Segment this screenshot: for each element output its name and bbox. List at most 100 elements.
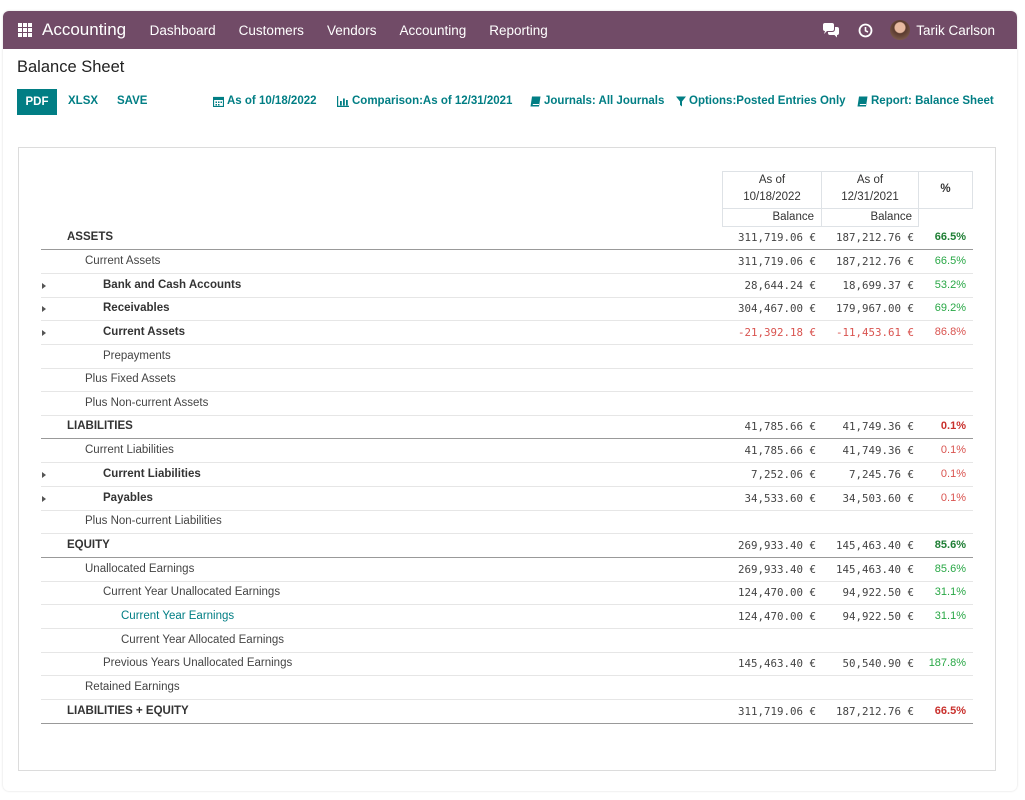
table-row[interactable]: Plus Fixed Assets: [41, 368, 973, 392]
row-percentage: 0.1%: [940, 492, 966, 504]
save-button[interactable]: SAVE: [117, 95, 147, 107]
table-row[interactable]: Receivables 304,467.00 € 179,967.00 € 69…: [41, 297, 973, 321]
menu-customers[interactable]: Customers: [239, 23, 304, 38]
row-percentage: 0.1%: [940, 444, 966, 456]
row-percentage: 31.1%: [934, 586, 966, 598]
row-label: EQUITY: [67, 539, 110, 551]
row-label: ASSETS: [67, 231, 114, 243]
table-row[interactable]: EQUITY 269,933.40 € 145,463.40 € 85.6%: [41, 534, 973, 558]
report-filter-label: Report: Balance Sheet: [871, 95, 994, 107]
row-balance-current: 311,719.06 €: [737, 705, 816, 718]
date-filter-label: As of 10/18/2022: [227, 95, 317, 107]
comparison-filter[interactable]: Comparison:As of 12/31/2021: [337, 95, 512, 107]
table-row[interactable]: Plus Non-current Liabilities: [41, 510, 973, 534]
table-row[interactable]: ASSETS 311,719.06 € 187,212.76 € 66.5%: [41, 226, 973, 250]
row-balance-comparison: 41,749.36 €: [842, 420, 914, 433]
app-window: Accounting Dashboard Customers Vendors A…: [3, 11, 1017, 791]
row-balance-comparison: 179,967.00 €: [835, 302, 914, 315]
row-label: Plus Non-current Liabilities: [85, 515, 222, 527]
table-row[interactable]: Current Liabilities 41,785.66 € 41,749.3…: [41, 439, 973, 463]
row-balance-current: 7,252.06 €: [750, 468, 816, 481]
date-filter[interactable]: As of 10/18/2022: [213, 95, 317, 107]
book-icon: [857, 96, 868, 106]
balance-sheet-report: As of 10/18/2022 As of 12/31/2021 % Bala…: [18, 147, 996, 771]
table-row[interactable]: Current Assets -21,392.18 € -11,453.61 €…: [41, 321, 973, 345]
row-balance-current: 41,785.66 €: [744, 444, 816, 457]
expand-caret-icon[interactable]: [42, 472, 46, 478]
row-label: Bank and Cash Accounts: [103, 279, 242, 291]
row-label: LIABILITIES: [67, 420, 133, 432]
table-row[interactable]: Bank and Cash Accounts 28,644.24 € 18,69…: [41, 274, 973, 298]
row-percentage: 66.5%: [934, 705, 966, 717]
row-balance-comparison: 187,212.76 €: [835, 705, 914, 718]
calendar-icon: [213, 96, 224, 107]
row-balance-comparison: 187,212.76 €: [835, 231, 914, 244]
row-label: Prepayments: [103, 350, 171, 362]
filter-icon: [676, 96, 686, 106]
table-row[interactable]: Unallocated Earnings 269,933.40 € 145,46…: [41, 558, 973, 582]
table-row[interactable]: Plus Non-current Assets: [41, 392, 973, 416]
clock-icon[interactable]: [856, 21, 874, 39]
xlsx-button[interactable]: XLSX: [68, 95, 98, 107]
comparison-filter-label: Comparison:As of 12/31/2021: [352, 95, 513, 107]
table-row[interactable]: LIABILITIES + EQUITY 311,719.06 € 187,21…: [41, 700, 973, 724]
row-percentage: 31.1%: [934, 610, 966, 622]
options-filter[interactable]: Options:Posted Entries Only: [676, 95, 846, 107]
table-row[interactable]: Payables 34,533.60 € 34,503.60 € 0.1%: [41, 487, 973, 511]
row-balance-comparison: 50,540.90 €: [842, 657, 914, 670]
row-percentage: 187.8%: [928, 657, 966, 669]
col1-header-line1: As of: [758, 174, 786, 186]
navbar-systray: Tarik Carlson: [806, 20, 995, 40]
table-row[interactable]: Current Year Earnings 124,470.00 € 94,92…: [41, 605, 973, 629]
report-filter[interactable]: Report: Balance Sheet: [857, 95, 994, 107]
table-row[interactable]: Current Liabilities 7,252.06 € 7,245.76 …: [41, 463, 973, 487]
row-balance-comparison: 94,922.50 €: [842, 586, 914, 599]
table-row[interactable]: LIABILITIES 41,785.66 € 41,749.36 € 0.1%: [41, 415, 973, 439]
pdf-button[interactable]: PDF: [17, 89, 57, 115]
row-label-link[interactable]: Current Year Earnings: [121, 610, 234, 622]
row-balance-current: 269,933.40 €: [737, 563, 816, 576]
app-title[interactable]: Accounting: [42, 20, 126, 40]
user-name[interactable]: Tarik Carlson: [916, 23, 995, 38]
row-balance-current: 145,463.40 €: [737, 657, 816, 670]
row-balance-current: 311,719.06 €: [737, 255, 816, 268]
expand-caret-icon[interactable]: [42, 283, 46, 289]
row-balance-current: 124,470.00 €: [737, 586, 816, 599]
table-row[interactable]: Current Assets 311,719.06 € 187,212.76 €…: [41, 250, 973, 274]
row-balance-current: 34,533.60 €: [744, 492, 816, 505]
expand-caret-icon[interactable]: [42, 496, 46, 502]
row-label: Plus Non-current Assets: [85, 397, 209, 409]
row-percentage: 53.2%: [934, 279, 966, 291]
expand-caret-icon[interactable]: [42, 330, 46, 336]
row-balance-current: 304,467.00 €: [737, 302, 816, 315]
col2-header-line2: 12/31/2021: [841, 191, 899, 203]
col1-balance-label: Balance: [772, 211, 814, 223]
row-label: Current Assets: [85, 255, 161, 267]
menu-reporting[interactable]: Reporting: [489, 23, 548, 38]
row-label: Current Liabilities: [85, 444, 174, 456]
col2-balance-label: Balance: [870, 211, 912, 223]
row-balance-current: 41,785.66 €: [744, 420, 816, 433]
table-row[interactable]: Current Year Unallocated Earnings 124,47…: [41, 581, 973, 605]
top-navbar: Accounting Dashboard Customers Vendors A…: [3, 11, 1017, 49]
menu-dashboard[interactable]: Dashboard: [150, 23, 216, 38]
table-row[interactable]: Prepayments: [41, 345, 973, 369]
row-label: Payables: [103, 492, 153, 504]
menu-accounting[interactable]: Accounting: [399, 23, 466, 38]
apps-grid-icon[interactable]: [18, 23, 32, 37]
row-balance-current: 311,719.06 €: [737, 231, 816, 244]
table-row[interactable]: Current Year Allocated Earnings: [41, 629, 973, 653]
user-avatar[interactable]: [890, 20, 911, 40]
chat-icon[interactable]: [822, 21, 840, 39]
table-row[interactable]: Retained Earnings: [41, 676, 973, 700]
row-label: Current Assets: [103, 326, 186, 338]
row-balance-comparison: 145,463.40 €: [835, 563, 914, 576]
row-balance-current: 124,470.00 €: [737, 610, 816, 623]
menu-vendors[interactable]: Vendors: [327, 23, 377, 38]
expand-caret-icon[interactable]: [42, 306, 46, 312]
row-label: Previous Years Unallocated Earnings: [103, 657, 293, 669]
journals-filter[interactable]: Journals: All Journals: [530, 95, 664, 107]
journals-filter-label: Journals: All Journals: [544, 95, 665, 107]
col1-header-line2: 10/18/2022: [743, 191, 801, 203]
table-row[interactable]: Previous Years Unallocated Earnings 145,…: [41, 652, 973, 676]
